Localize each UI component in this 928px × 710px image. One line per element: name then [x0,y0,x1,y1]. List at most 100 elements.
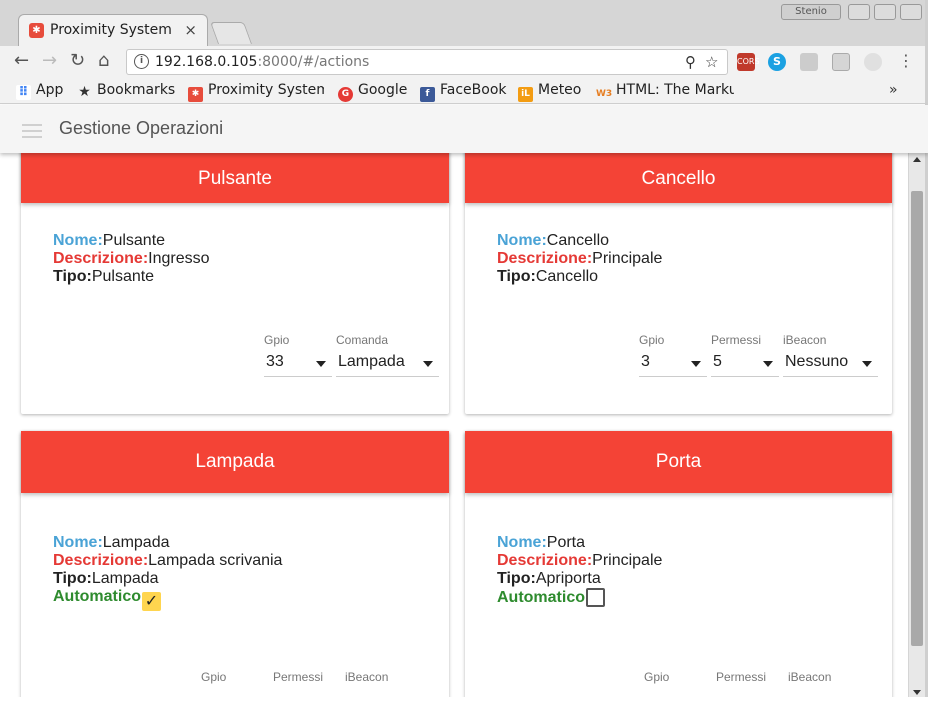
close-window-button[interactable] [900,4,922,20]
descrizione-label: Descrizione: [53,552,149,569]
actions-grid: Pulsante Nome:Pulsante Descrizione:Ingre… [0,153,908,697]
nome-value: Pulsante [102,232,166,249]
maximize-button[interactable] [874,4,896,20]
scroll-down-arrow-icon[interactable] [913,690,921,695]
url-text: 192.168.0.105:8000/#/actions [155,54,370,70]
descrizione-label: Descrizione: [53,250,149,267]
tab-close-icon[interactable]: × [184,21,197,39]
browser-toolbar: ← → ↻ ⌂ i 192.168.0.105:8000/#/actions ⚲… [0,46,928,78]
gpio-select[interactable]: Gpio 33 [264,333,332,377]
cors-extension-icon[interactable]: CORS [737,53,760,71]
tipo-label: Tipo: [497,268,536,285]
card-info: Nome:Cancello Descrizione:Principale Tip… [497,232,662,286]
field-label: iBeacon [788,670,832,684]
nome-value: Lampada [102,534,170,551]
address-bar[interactable]: i 192.168.0.105:8000/#/actions ⚲ ☆ [126,49,728,75]
bookmark-facebook[interactable]: f FaceBook [420,82,507,102]
nome-value: Porta [546,534,586,551]
tipo-label: Tipo: [53,268,92,285]
browser-menu-icon[interactable]: ⋮ [898,51,914,70]
field-label: iBeacon [783,333,827,347]
card-info: Nome:Pulsante Descrizione:Ingresso Tipo:… [53,232,210,286]
site-info-icon[interactable]: i [134,54,149,69]
page-scrollbar[interactable] [908,153,925,697]
skype-extension-icon[interactable]: S [768,53,786,71]
forward-arrow-icon[interactable]: → [42,50,57,71]
nome-label: Nome: [53,534,103,551]
reload-icon[interactable]: ↻ [70,50,85,71]
action-card-cancello: Cancello Nome:Cancello Descrizione:Princ… [465,153,892,414]
bookmark-app[interactable]: ⠿ App [16,82,63,100]
scroll-up-arrow-icon[interactable] [913,157,921,162]
gpio-select[interactable]: Gpio [644,670,712,697]
bookmark-meteo[interactable]: iL Meteo [518,82,581,102]
bookmarks-bar: ⠿ App ★ Bookmarks ✱ Proximity System G Googl… [0,78,928,104]
descrizione-label: Descrizione: [497,552,593,569]
automatico-label: Automatico [53,588,141,605]
home-icon[interactable]: ⌂ [98,50,109,71]
ibeacon-select[interactable]: iBeacon Nessuno [783,333,878,377]
tipo-label: Tipo: [497,570,536,587]
permessi-select[interactable]: Permessi [716,670,784,697]
field-label: Permessi [711,333,762,347]
back-arrow-icon[interactable]: ← [14,50,29,71]
card-info: Nome:Lampada Descrizione:Lampada scrivan… [53,534,282,611]
bookmark-bookmarks[interactable]: ★ Bookmarks [77,82,175,100]
action-card-pulsante: Pulsante Nome:Pulsante Descrizione:Ingre… [21,153,449,414]
new-tab-button[interactable] [209,22,253,44]
field-label: Gpio [201,670,227,684]
nome-label: Nome: [497,534,547,551]
descrizione-label: Descrizione: [497,250,593,267]
permessi-select[interactable]: Permessi 5 [711,333,779,377]
dropdown-caret-icon [316,361,326,367]
tipo-label: Tipo: [53,570,92,587]
comanda-select[interactable]: Comanda Lampada [336,333,439,377]
bookmarks-overflow-icon[interactable]: » [889,82,898,98]
automatico-checkbox-checked[interactable]: ✓ [142,592,161,611]
field-label: Permessi [716,670,767,684]
field-value: 3 [641,353,650,370]
field-label: Gpio [644,670,670,684]
shield-extension-icon[interactable] [832,53,850,71]
proximity-favicon: ✱ [29,23,44,38]
bookmark-star-icon[interactable]: ☆ [705,53,718,71]
bookmark-proximity-system[interactable]: ✱ Proximity System [188,82,324,102]
key-icon[interactable]: ⚲ [685,53,696,71]
browser-tab-strip: ✱ Proximity System × Stenio [0,0,928,46]
gpio-select[interactable]: Gpio 3 [639,333,707,377]
card-header: Porta [465,431,892,493]
gpio-select[interactable]: Gpio [201,670,269,697]
w3schools-favicon: W3 [596,89,613,99]
browser-tab[interactable]: ✱ Proximity System × [18,14,208,46]
bookmark-html-the-markup[interactable]: W3 HTML: The Marku [596,82,734,102]
ibeacon-select[interactable]: iBeacon [345,670,440,697]
automatico-checkbox-unchecked[interactable] [586,588,605,607]
field-label: iBeacon [345,670,389,684]
minimize-button[interactable] [848,4,870,20]
field-value: 33 [266,353,284,370]
descrizione-value: Principale [592,250,663,267]
page-title: Gestione Operazioni [59,118,224,138]
tipo-value: Apriporta [535,570,601,587]
scrollbar-thumb[interactable] [911,191,923,646]
nome-value: Cancello [546,232,610,249]
action-card-porta: Porta Nome:Porta Descrizione:Principale … [465,431,892,697]
field-label: Permessi [273,670,324,684]
card-header: Pulsante [21,153,449,203]
hamburger-menu-icon[interactable] [22,124,42,142]
action-card-lampada: Lampada Nome:Lampada Descrizione:Lampada… [21,431,449,697]
camera-extension-icon[interactable] [800,53,818,71]
app-bar: Gestione Operazioni [0,105,928,153]
field-label: Gpio [264,333,290,347]
ibeacon-select[interactable]: iBeacon [788,670,883,697]
google-favicon: G [338,87,353,102]
window-user-badge[interactable]: Stenio [781,4,841,20]
proximity-favicon: ✱ [188,87,203,102]
bookmark-google[interactable]: G Google [338,82,407,102]
permessi-select[interactable]: Permessi [273,670,341,697]
target-extension-icon[interactable] [864,53,882,71]
field-label: Gpio [639,333,665,347]
field-label: Comanda [336,333,389,347]
dropdown-caret-icon [862,361,872,367]
dropdown-caret-icon [423,361,433,367]
